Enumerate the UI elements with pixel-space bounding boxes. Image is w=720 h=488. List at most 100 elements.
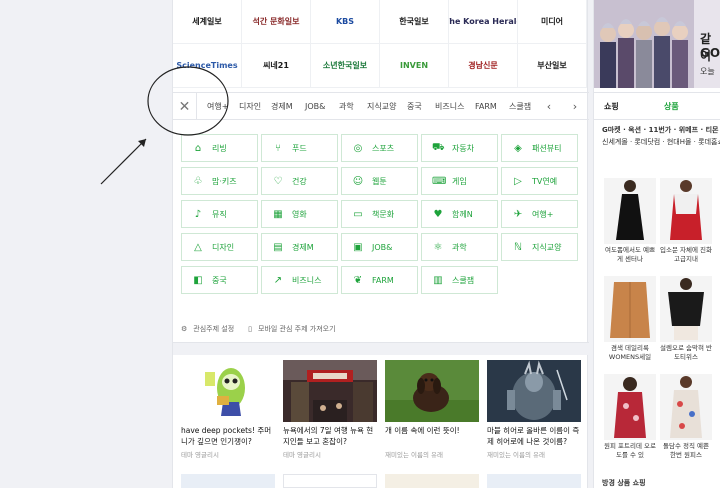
category-button[interactable]: △ 디자인 — [181, 233, 258, 261]
press-logo[interactable]: The Korea Herald — [449, 0, 518, 44]
category-button[interactable]: ⌨ 게임 — [421, 167, 498, 195]
tab-products[interactable]: 상품 — [664, 93, 679, 120]
page: 세계일보석간 문화일보KBS한국일보The Korea Herald미디어 Sci… — [0, 0, 720, 488]
category-label: TV연예 — [532, 176, 558, 186]
topic-tab[interactable]: 지식교양 — [367, 93, 396, 120]
next-card-thumbnail[interactable] — [283, 474, 377, 488]
webtoon-icon: ☺ — [352, 175, 364, 187]
card-source: 재미있는 이름의 유래 — [487, 451, 545, 459]
category-label: FARM — [372, 275, 394, 285]
content-card[interactable]: have deep pockets! 주머니가 깊으면 인기쟁이? 테마 영글리… — [181, 360, 275, 459]
category-button[interactable]: ◧ 중국 — [181, 266, 258, 294]
press-logo[interactable]: 소년한국일보 — [311, 44, 380, 88]
product-item[interactable]: 돌담수 정직 예쁜 한번 원피스 — [660, 374, 712, 460]
category-button[interactable]: ◈ 패션뷰티 — [501, 134, 578, 162]
product-item[interactable]: 여도폼에서도 예쁘게 센터나 — [604, 178, 656, 264]
shopping-tab-bar: 쇼핑 상품 — [594, 92, 720, 120]
category-button[interactable]: ▥ 스쿨잼 — [421, 266, 498, 294]
press-logo[interactable]: 미디어 — [518, 0, 587, 44]
category-button[interactable]: ⛟ 자동차 — [421, 134, 498, 162]
press-logo[interactable]: 석간 문화일보 — [242, 0, 311, 44]
product-item[interactable]: 원피 포트리데 오로도를 수 있 — [604, 374, 656, 460]
topic-tab[interactable]: 비즈니스 — [435, 93, 464, 120]
category-button[interactable]: ⚛ 과학 — [421, 233, 498, 261]
card-thumbnail — [487, 360, 581, 422]
product-image — [604, 374, 656, 440]
shop-link-row[interactable]: G마켓 · 옥션 · 11번가 · 위메프 · 티몬 — [602, 124, 720, 136]
press-logo[interactable]: ScienceTimes — [173, 44, 242, 88]
next-card-thumbnail[interactable] — [385, 474, 479, 488]
category-button[interactable]: ❦ FARM — [341, 266, 418, 294]
category-label: 스포츠 — [372, 143, 395, 153]
category-button[interactable]: ▣ JOB& — [341, 233, 418, 261]
topic-tab[interactable]: 과학 — [339, 93, 354, 120]
annotation-arrow — [100, 138, 147, 185]
product-item[interactable]: 입소문 자체에 진화 고급지내 — [660, 178, 712, 264]
together-icon: ♥ — [433, 208, 443, 220]
content-card[interactable]: 마블 히어로 올바른 이름이 즉제 히어로에 나온 것이름? 재미있는 이름의 … — [487, 360, 581, 459]
category-label: 리빙 — [212, 143, 227, 153]
chevron-left-icon[interactable]: ‹ — [537, 93, 561, 120]
category-button[interactable]: ☺ 웹툰 — [341, 167, 418, 195]
card-thumbnail — [385, 360, 479, 422]
product-image — [660, 178, 712, 244]
living-icon: ⌂ — [194, 142, 202, 154]
press-logo[interactable]: 한국일보 — [380, 0, 449, 44]
category-button[interactable]: ▷ TV연예 — [501, 167, 578, 195]
category-button[interactable]: ◎ 스포츠 — [341, 134, 418, 162]
product-item[interactable]: 설렘오로 숨막혀 반도티위스 — [660, 276, 712, 362]
category-button[interactable]: ▤ 경제M — [261, 233, 338, 261]
category-button[interactable]: ⑂ 푸드 — [261, 134, 338, 162]
category-button[interactable]: ▦ 영화 — [261, 200, 338, 228]
sports-icon: ◎ — [353, 142, 363, 154]
category-button[interactable]: ▭ 책문화 — [341, 200, 418, 228]
tv-icon: ▷ — [514, 175, 522, 187]
card-title[interactable]: 개 이름 속에 이런 뜻이! — [385, 425, 479, 447]
shopping-column: 같이 GO 오늘 쇼핑 상품 G마켓 · 옥션 · 11번가 · 위메프 · 티… — [593, 0, 720, 488]
press-logo[interactable]: 세계일보 — [173, 0, 242, 44]
category-button[interactable]: ♧ 맘·키즈 — [181, 167, 258, 195]
card-source: 재미있는 이름의 유래 — [385, 451, 443, 459]
product-item[interactable]: 겸색 데일리룩 WOMENS세일 — [604, 276, 656, 362]
topic-tab[interactable]: 디자인 — [239, 93, 261, 120]
press-logo-grid: 세계일보석간 문화일보KBS한국일보The Korea Herald미디어 Sci… — [173, 0, 589, 88]
shopping-footer[interactable]: 방경 상품 쇼핑 — [602, 478, 646, 488]
category-button[interactable]: ⌂ 리빙 — [181, 134, 258, 162]
category-button[interactable]: ♪ 뮤직 — [181, 200, 258, 228]
shop-link-row[interactable]: 신세계몰 · 롯데닷컴 · 현대H몰 · 롯데홈쇼핑 — [602, 136, 720, 148]
gear-icon: ⚙ — [181, 324, 188, 333]
content-card[interactable]: 개 이름 속에 이런 뜻이! 재미있는 이름의 유래 — [385, 360, 479, 459]
category-button[interactable]: ♡ 건강 — [261, 167, 338, 195]
category-button[interactable]: ℕ 지식교양 — [501, 233, 578, 261]
topic-tab[interactable]: 여행+ — [207, 93, 228, 120]
press-logo[interactable]: 씨네21 — [242, 44, 311, 88]
topic-tab[interactable]: 경제M — [271, 93, 293, 120]
school-icon: ▥ — [433, 274, 443, 286]
topic-tab[interactable]: JOB& — [305, 93, 325, 120]
topic-tab[interactable]: FARM — [475, 93, 497, 120]
topic-tab[interactable]: 스쿨잼 — [509, 93, 531, 120]
interest-settings-link[interactable]: 관심주제 설정 — [193, 324, 234, 334]
press-logo[interactable]: 경남신문 — [449, 44, 518, 88]
card-title[interactable]: have deep pockets! 주머니가 깊으면 인기쟁이? — [181, 425, 275, 447]
press-logo[interactable]: KBS — [311, 0, 380, 44]
product-image — [660, 374, 712, 440]
press-logo[interactable]: 부산일보 — [518, 44, 587, 88]
category-button[interactable]: ♥ 함께N — [421, 200, 498, 228]
music-icon: ♪ — [194, 208, 202, 220]
topic-tab[interactable]: 중국 — [407, 93, 422, 120]
card-title[interactable]: 마블 히어로 올바른 이름이 즉제 히어로에 나온 것이름? — [487, 425, 581, 447]
chevron-right-icon[interactable]: › — [563, 93, 587, 120]
ad-banner[interactable]: 같이 GO 오늘 — [594, 0, 720, 88]
card-title[interactable]: 뉴욕에서의 7일 여행 뉴욕 현지인들 보고 혼잡이? — [283, 425, 377, 447]
press-logo[interactable]: INVEN — [380, 44, 449, 88]
category-button[interactable]: ✈ 여행+ — [501, 200, 578, 228]
mobile-interest-link[interactable]: 모바일 관심 주제 가져오기 — [258, 324, 336, 334]
content-card[interactable]: 뉴욕에서의 7일 여행 뉴욕 현지인들 보고 혼잡이? 테마 영글리시 — [283, 360, 377, 459]
next-card-thumbnail[interactable] — [181, 474, 275, 488]
close-icon[interactable]: ✕ — [173, 93, 197, 120]
tab-shopping[interactable]: 쇼핑 — [604, 93, 619, 120]
next-card-thumbnail[interactable] — [487, 474, 581, 488]
shop-links: G마켓 · 옥션 · 11번가 · 위메프 · 티몬 신세계몰 · 롯데닷컴 ·… — [602, 124, 720, 148]
category-button[interactable]: ↗ 비즈니스 — [261, 266, 338, 294]
